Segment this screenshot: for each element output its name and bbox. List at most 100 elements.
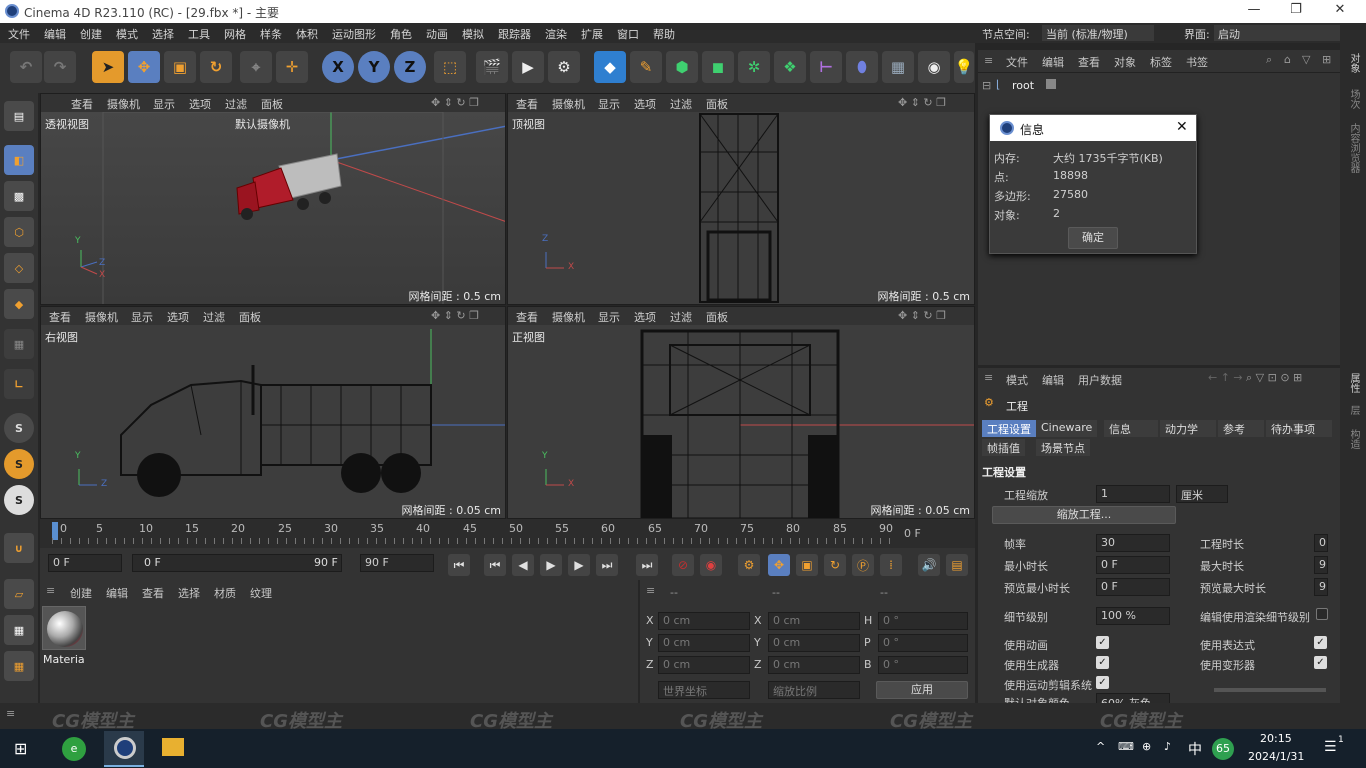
camera-icon[interactable]: ◉ <box>918 51 950 83</box>
layout-select[interactable]: 启动 <box>1214 25 1340 41</box>
vp-menu-options[interactable]: 选项 <box>634 96 656 112</box>
vp-menu-panel[interactable]: 面板 <box>706 96 728 112</box>
coordinate-system-icon[interactable]: ✛ <box>276 51 308 83</box>
attr-menu-user-data[interactable]: 用户数据 <box>1078 372 1122 388</box>
make-editable-icon[interactable]: ▤ <box>4 101 34 131</box>
clock-date[interactable]: 2024/1/31 <box>1248 750 1304 763</box>
vp-menu-camera[interactable]: 摄像机 <box>552 96 585 112</box>
go-to-end-icon[interactable]: ⏭ <box>636 554 658 576</box>
side-tab-structure[interactable]: 构造 <box>1346 429 1361 449</box>
y-axis-lock-icon[interactable]: Y <box>358 51 390 83</box>
vp-menu-options[interactable]: 选项 <box>167 309 189 325</box>
menu-tools[interactable]: 工具 <box>188 26 210 42</box>
vp-menu-display[interactable]: 显示 <box>131 309 153 325</box>
key-position-icon[interactable]: ✥ <box>768 554 790 576</box>
notification-icon[interactable]: ☰ <box>1324 739 1337 755</box>
maximize-button[interactable]: ❐ <box>1276 2 1316 20</box>
visibility-toggle[interactable] <box>1046 79 1056 89</box>
side-tab-content-browser[interactable]: 内容浏览器 <box>1346 123 1361 173</box>
mat-menu-material[interactable]: 材质 <box>214 585 236 601</box>
default-color-select[interactable]: 60% 灰色 <box>1096 693 1170 703</box>
cloner-icon[interactable]: ✲ <box>738 51 770 83</box>
vp-menu-panel[interactable]: 面板 <box>239 309 261 325</box>
vp-menu-display[interactable]: 显示 <box>153 96 175 112</box>
obj-menu-file[interactable]: 文件 <box>1006 54 1028 70</box>
snap-settings-icon[interactable]: S <box>4 449 34 479</box>
scale-icon[interactable]: ▣ <box>164 51 196 83</box>
scale-project-button[interactable]: 缩放工程... <box>992 506 1176 524</box>
menu-volume[interactable]: 体积 <box>296 26 318 42</box>
object-root-name[interactable]: root <box>1012 79 1034 92</box>
play-icon[interactable]: ▶ <box>540 554 562 576</box>
tab-scene-nodes[interactable]: 场景节点 <box>1036 439 1090 456</box>
vp-menu-view[interactable]: 查看 <box>49 309 71 325</box>
floor-icon[interactable]: ▦ <box>882 51 914 83</box>
min-time-field[interactable]: 0 F <box>1096 556 1170 574</box>
film-strip-icon[interactable]: ▤ <box>946 554 968 576</box>
viewport-nav-icon[interactable]: ✥ ⇕ ↻ ❐ <box>898 309 946 322</box>
vp-menu-camera[interactable]: 摄像机 <box>552 309 585 325</box>
menu-tracker[interactable]: 跟踪器 <box>498 26 531 42</box>
obj-menu-bookmarks[interactable]: 书签 <box>1186 54 1208 70</box>
render-settings-icon[interactable]: ⚙ <box>548 51 580 83</box>
fps-field[interactable]: 30 <box>1096 534 1170 552</box>
network-icon[interactable]: ⌨ <box>1118 740 1134 753</box>
position-z-field[interactable]: 0 cm <box>658 656 750 674</box>
mograph-icon[interactable]: ❖ <box>774 51 806 83</box>
vp-menu-display[interactable]: 显示 <box>598 309 620 325</box>
size-y-field[interactable]: 0 cm <box>768 634 860 652</box>
obj-menu-tags[interactable]: 标签 <box>1150 54 1172 70</box>
menu-character[interactable]: 角色 <box>390 26 412 42</box>
menu-edit[interactable]: 编辑 <box>44 26 66 42</box>
side-tab-attributes[interactable]: 属性 <box>1346 373 1361 393</box>
select-arrow-icon[interactable]: ➤ <box>92 51 124 83</box>
render-view-icon[interactable]: 🎬 <box>476 51 508 83</box>
preview-max-field[interactable]: 9 <box>1314 578 1328 596</box>
use-expressions-checkbox[interactable]: ✓ <box>1314 636 1327 649</box>
light-icon[interactable]: 💡 <box>954 51 974 83</box>
use-generators-checkbox[interactable]: ✓ <box>1096 656 1109 669</box>
taskbar-cinema4d[interactable] <box>104 731 144 767</box>
volume-icon[interactable]: ♪ <box>1164 740 1171 753</box>
menu-select[interactable]: 选择 <box>152 26 174 42</box>
ok-button[interactable]: 确定 <box>1068 227 1118 249</box>
bend-deformer-icon[interactable]: ⊢ <box>810 51 842 83</box>
tab-frame-interpolation[interactable]: 帧插值 <box>982 439 1025 456</box>
filter-icon[interactable]: ▽ <box>1302 53 1310 66</box>
rotate-icon[interactable]: ↻ <box>200 51 232 83</box>
windows-start-icon[interactable]: ⊞ <box>14 739 27 758</box>
folder-icon[interactable] <box>162 738 184 756</box>
move-icon[interactable]: ✥ <box>128 51 160 83</box>
project-scale-field[interactable]: 1 <box>1096 485 1170 503</box>
side-tab-layers[interactable]: 层 <box>1346 405 1361 415</box>
viewport-top[interactable]: 查看 摄像机 显示 选项 过滤 面板 ✥ ⇕ ↻ ❐ 顶视图 Z X 网格间距 … <box>507 93 975 305</box>
obj-menu-edit[interactable]: 编辑 <box>1042 54 1064 70</box>
axis-mode-icon[interactable]: ∟ <box>4 369 34 399</box>
mat-menu-edit[interactable]: 编辑 <box>106 585 128 601</box>
new-window-icon[interactable]: ⊞ <box>1322 53 1331 66</box>
snap-icon[interactable]: S <box>4 413 34 443</box>
edges-mode-icon[interactable]: ◇ <box>4 253 34 283</box>
project-duration-field[interactable]: 0 <box>1314 534 1328 552</box>
key-scale-icon[interactable]: ▣ <box>796 554 818 576</box>
tab-project-settings[interactable]: 工程设置 <box>982 420 1036 437</box>
autokey-icon[interactable]: ◉ <box>700 554 722 576</box>
vp-menu-display[interactable]: 显示 <box>598 96 620 112</box>
x-axis-lock-icon[interactable]: X <box>322 51 354 83</box>
rotation-p-field[interactable]: 0 ° <box>878 634 968 652</box>
key-rotation-icon[interactable]: ↻ <box>824 554 846 576</box>
menu-mograph[interactable]: 运动图形 <box>332 26 376 42</box>
use-animation-checkbox[interactable]: ✓ <box>1096 636 1109 649</box>
lod-field[interactable]: 100 % <box>1096 607 1170 625</box>
hamburger-icon[interactable]: ≡ <box>6 707 15 720</box>
vp-menu-options[interactable]: 选项 <box>189 96 211 112</box>
tab-todo[interactable]: 待办事项 <box>1266 420 1332 437</box>
vp-menu-view[interactable]: 查看 <box>71 96 93 112</box>
nav-arrows-icon[interactable]: ← ↑ → <box>1208 371 1243 384</box>
vp-menu-camera[interactable]: 摄像机 <box>107 96 140 112</box>
position-x-field[interactable]: 0 cm <box>658 612 750 630</box>
rotation-b-field[interactable]: 0 ° <box>878 656 968 674</box>
extrude-icon[interactable]: ◼ <box>702 51 734 83</box>
tab-dynamics[interactable]: 动力学 <box>1160 420 1216 437</box>
expand-icon[interactable]: ⊟ <box>982 79 991 92</box>
